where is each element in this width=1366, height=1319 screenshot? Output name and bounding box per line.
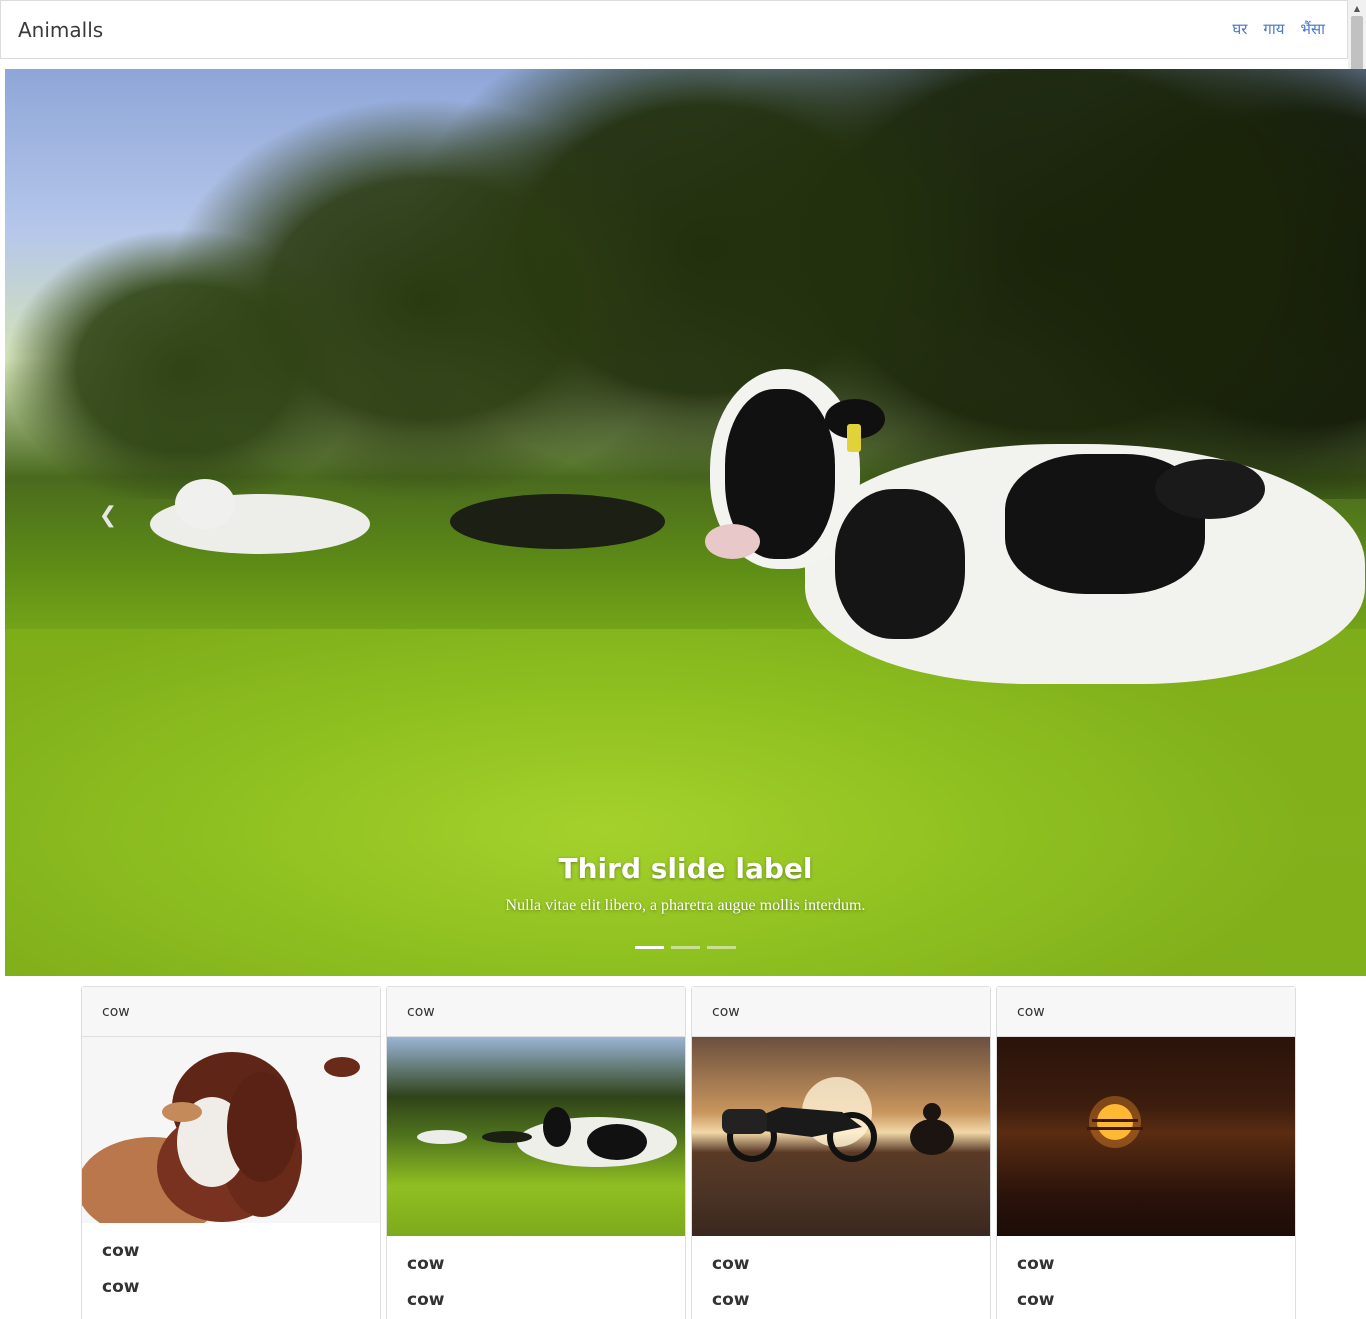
card-image: [997, 1037, 1295, 1236]
navbar: Animalls घर गाय भैंसा: [0, 0, 1348, 59]
card-image: [82, 1037, 380, 1223]
card-text: cow: [712, 1290, 750, 1310]
carousel-indicator-3[interactable]: [707, 946, 736, 949]
brand-logo-link[interactable]: Animalls: [18, 18, 103, 42]
card-header: cow: [692, 987, 990, 1037]
caption-title: Third slide label: [558, 852, 813, 885]
card-text: cow: [1017, 1290, 1055, 1310]
carousel-caption: Third slide label Nulla vitae elit liber…: [5, 852, 1366, 915]
card-image: [692, 1037, 990, 1236]
carousel-indicators: [635, 946, 736, 949]
card-body: cow cow: [102, 1241, 139, 1297]
card-image: [387, 1037, 685, 1236]
card-header: cow: [387, 987, 685, 1037]
card-text: cow: [102, 1277, 140, 1297]
nav-link-cow[interactable]: गाय: [1263, 19, 1284, 39]
card-body: cow cow: [712, 1254, 749, 1310]
card-body: cow cow: [1017, 1254, 1054, 1310]
card: cow cow cow: [996, 986, 1296, 1319]
caption-text: Nulla vitae elit libero, a pharetra augu…: [505, 897, 866, 914]
carousel-indicator-1[interactable]: [635, 946, 664, 949]
scroll-up-arrow-icon[interactable]: ▲: [1348, 2, 1366, 16]
card-header: cow: [82, 987, 380, 1037]
card-text: cow: [407, 1290, 445, 1310]
nav-links: घर गाय भैंसा: [1232, 19, 1325, 39]
card-body: cow cow: [407, 1254, 444, 1310]
hero-carousel: ❮ Third slide label Nulla vitae elit lib…: [5, 69, 1366, 976]
chevron-left-icon[interactable]: ❮: [93, 501, 123, 531]
card-title: cow: [712, 1254, 750, 1274]
card-header: cow: [997, 987, 1295, 1037]
card: cow cow cow: [386, 986, 686, 1319]
card-title: cow: [407, 1254, 445, 1274]
carousel-slide-image: [5, 69, 1366, 976]
card-title: cow: [102, 1241, 140, 1261]
nav-link-home[interactable]: घर: [1232, 19, 1247, 39]
card-title: cow: [1017, 1254, 1055, 1274]
carousel-indicator-2[interactable]: [671, 946, 700, 949]
card: cow cow cow: [81, 986, 381, 1319]
card-grid: cow cow cow cow cow cow cow cow cow cow …: [81, 986, 1296, 1319]
card: cow cow cow: [691, 986, 991, 1319]
nav-link-buffalo[interactable]: भैंसा: [1300, 19, 1325, 39]
